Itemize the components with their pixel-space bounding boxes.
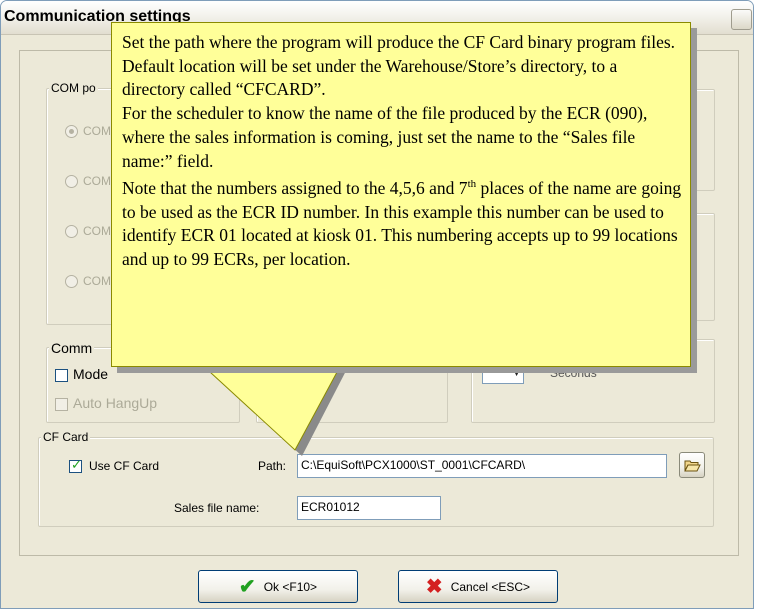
com-radio-4-label: COM <box>83 274 111 288</box>
tooltip-paragraph-2: For the scheduler to know the name of th… <box>122 103 648 171</box>
timeout-select[interactable]: ▼ <box>482 366 524 384</box>
checkmark-icon: ✔ <box>238 575 256 598</box>
com-radio-1-label: COM <box>83 124 111 138</box>
cf-card-legend: CF Card <box>41 430 91 444</box>
use-cf-card-label: Use CF Card <box>89 459 160 473</box>
use-cf-card-checkbox[interactable]: ✓ <box>69 458 82 473</box>
ok-button-label: Ok <F10> <box>263 579 318 594</box>
comm-legend: Comm <box>49 340 95 356</box>
x-cross-icon: ✖ <box>425 575 443 598</box>
timeout-unit-label: Seconds <box>550 366 597 380</box>
com-radio-1[interactable] <box>65 125 78 138</box>
help-tooltip: Set the path where the program will prod… <box>111 22 691 367</box>
com-radio-2-label: COM <box>83 174 111 188</box>
modem-checkbox[interactable] <box>55 369 68 382</box>
browse-folder-button[interactable] <box>679 452 705 478</box>
tooltip-text: Set the path where the program will prod… <box>122 31 682 272</box>
sales-file-name-label: Sales file name: <box>174 501 260 515</box>
cancel-button[interactable]: ✖ Cancel <ESC> <box>398 570 558 603</box>
ok-button[interactable]: ✔ Ok <F10> <box>198 570 358 603</box>
com-radio-2[interactable] <box>65 175 78 188</box>
com-radio-3-label: COM <box>83 224 111 238</box>
tooltip-paragraph-1: Set the path where the program will prod… <box>122 32 676 100</box>
tooltip-paragraph-3: Note that the numbers assigned to the 4,… <box>122 173 682 272</box>
com-port-legend: COM po <box>49 81 98 95</box>
tooltip-superscript: th <box>467 178 477 191</box>
cancel-button-label: Cancel <ESC> <box>450 579 531 594</box>
auto-hangup-label: Auto HangUp <box>73 395 158 411</box>
modem-label: Mode <box>73 366 109 382</box>
checkmark-icon: ✓ <box>71 458 82 473</box>
close-button[interactable] <box>731 9 752 30</box>
com-radio-4[interactable] <box>65 275 78 288</box>
com-radio-3[interactable] <box>65 225 78 238</box>
auto-hangup-checkbox[interactable] <box>55 398 68 411</box>
folder-open-icon <box>684 460 701 472</box>
sales-file-name-input[interactable]: ECR01012 <box>297 496 441 520</box>
tooltip-pointer-joint <box>199 360 342 363</box>
tooltip-paragraph-3-start: Note that the numbers assigned to the 4,… <box>122 178 468 199</box>
chevron-down-icon: ▼ <box>513 368 520 378</box>
